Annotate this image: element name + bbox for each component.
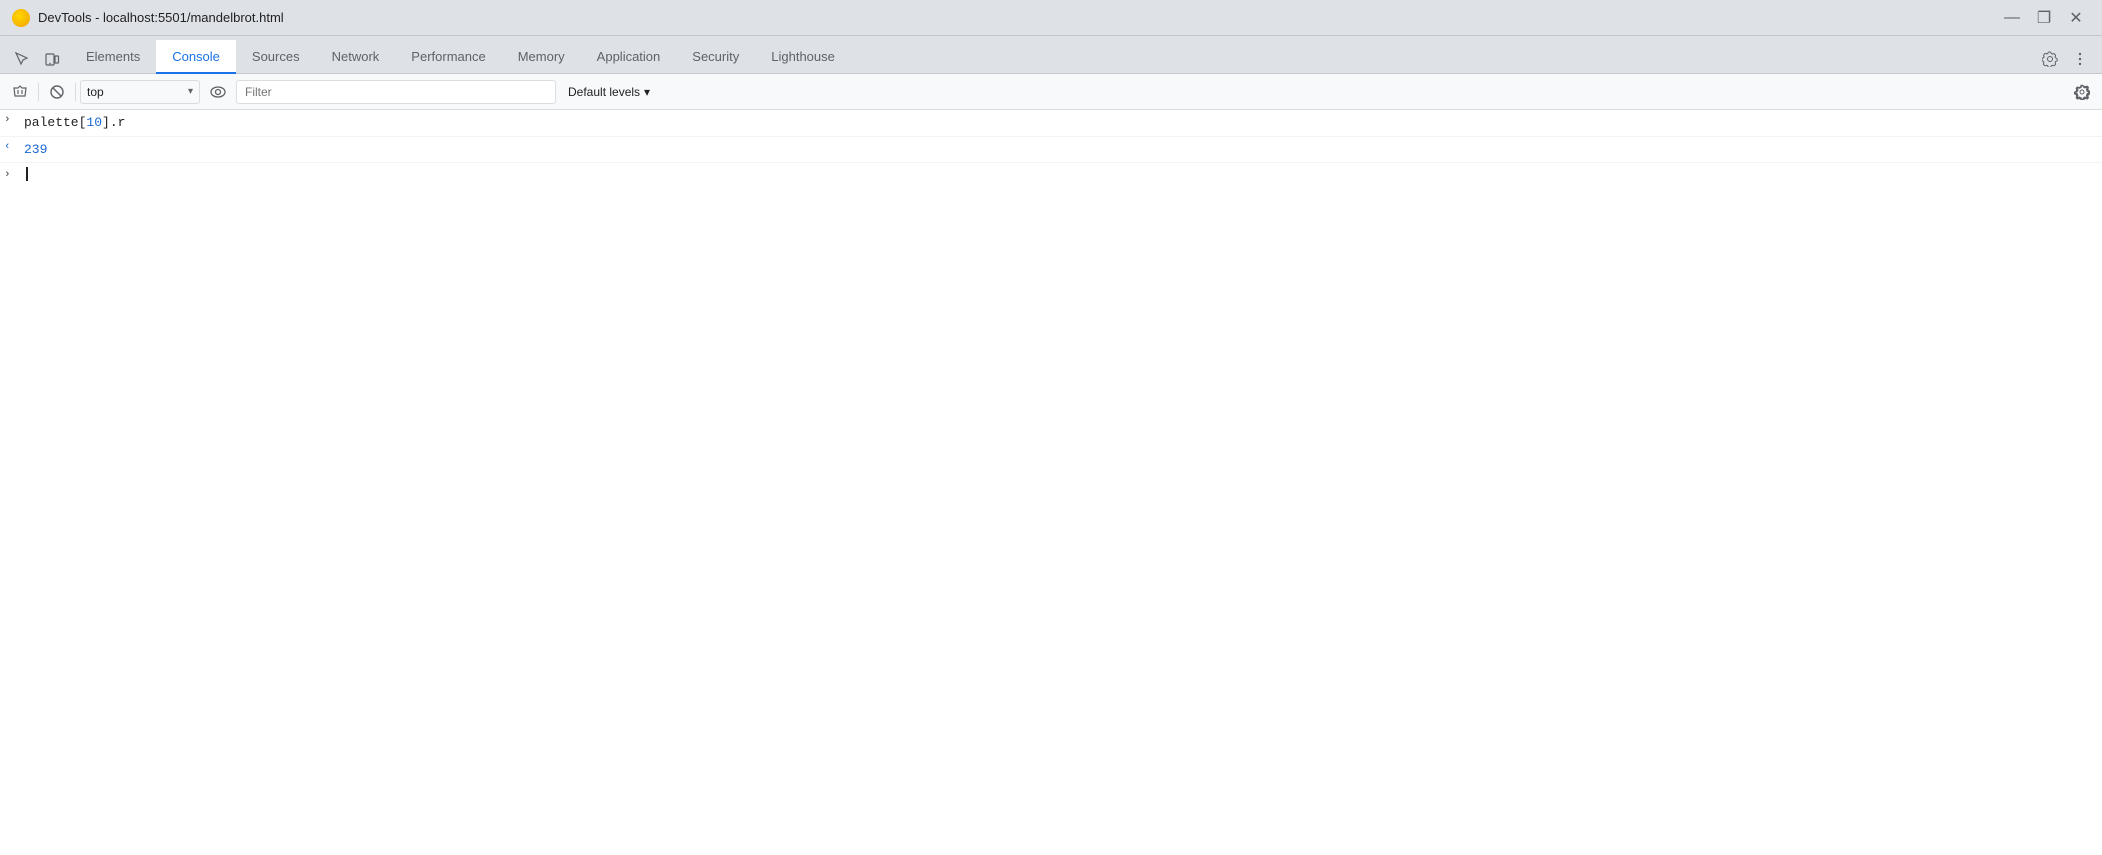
app-icon: [12, 9, 30, 27]
maximize-button[interactable]: ❐: [2030, 4, 2058, 32]
tab-console[interactable]: Console: [156, 40, 236, 74]
context-selector[interactable]: top ▾: [80, 80, 200, 104]
levels-arrow-icon: ▾: [644, 85, 650, 99]
tab-security[interactable]: Security: [676, 40, 755, 74]
tab-elements[interactable]: Elements: [70, 40, 156, 74]
gear-icon: [2042, 51, 2058, 67]
console-input-text: palette[10].r: [24, 113, 2094, 133]
title-bar: DevTools - localhost:5501/mandelbrot.htm…: [0, 0, 2102, 36]
separator-2: [75, 83, 76, 101]
devtools-settings-button[interactable]: [2036, 45, 2064, 73]
cursor-icon: [14, 51, 30, 67]
tab-application[interactable]: Application: [581, 40, 677, 74]
main-tabs: Elements Console Sources Network Perform…: [70, 36, 2036, 73]
clear-icon: [12, 84, 28, 100]
prompt-arrow-icon: ›: [4, 169, 18, 181]
tab-lighthouse[interactable]: Lighthouse: [755, 40, 851, 74]
settings-gear-icon: [2074, 84, 2090, 100]
dropdown-arrow-icon: ▾: [188, 86, 193, 97]
output-arrow-icon: ‹: [4, 141, 18, 153]
window-controls: — ❐ ✕: [1998, 4, 2090, 32]
tab-sources[interactable]: Sources: [236, 40, 316, 74]
console-prompt-row[interactable]: ›: [0, 163, 2102, 185]
console-settings-button[interactable]: [2068, 78, 2096, 106]
array-index: 10: [86, 115, 102, 130]
context-selector-text: top: [87, 85, 184, 99]
levels-label: Default levels: [568, 85, 640, 99]
live-expressions-button[interactable]: [204, 78, 232, 106]
tab-bar: Elements Console Sources Network Perform…: [0, 36, 2102, 74]
more-tools-button[interactable]: [2066, 45, 2094, 73]
device-toolbar-button[interactable]: [38, 45, 66, 73]
tab-performance[interactable]: Performance: [395, 40, 501, 74]
filter-input[interactable]: [236, 80, 556, 104]
devtools-left-controls: [8, 45, 66, 73]
console-entry-input: › palette[10].r: [0, 110, 2102, 137]
clear-console-button[interactable]: [6, 78, 34, 106]
tab-bar-right-controls: [2036, 45, 2094, 73]
device-icon: [44, 51, 60, 67]
console-entry-output: ‹ 239: [0, 137, 2102, 164]
stop-console-button[interactable]: [43, 78, 71, 106]
tab-memory[interactable]: Memory: [502, 40, 581, 74]
cursor-blink: [26, 167, 28, 181]
tab-network[interactable]: Network: [316, 40, 396, 74]
eye-icon: [209, 84, 227, 100]
input-arrow-icon: ›: [4, 114, 18, 126]
stop-icon: [49, 84, 65, 100]
dots-icon: [2072, 51, 2088, 67]
window-title: DevTools - localhost:5501/mandelbrot.htm…: [38, 10, 1998, 25]
inspect-element-button[interactable]: [8, 45, 36, 73]
log-levels-button[interactable]: Default levels ▾: [560, 80, 658, 104]
minimize-button[interactable]: —: [1998, 4, 2026, 32]
close-button[interactable]: ✕: [2062, 4, 2090, 32]
console-output-value: 239: [24, 140, 2094, 160]
console-output[interactable]: › palette[10].r ‹ 239 ›: [0, 110, 2102, 855]
separator-1: [38, 83, 39, 101]
console-toolbar: top ▾ Default levels ▾: [0, 74, 2102, 110]
